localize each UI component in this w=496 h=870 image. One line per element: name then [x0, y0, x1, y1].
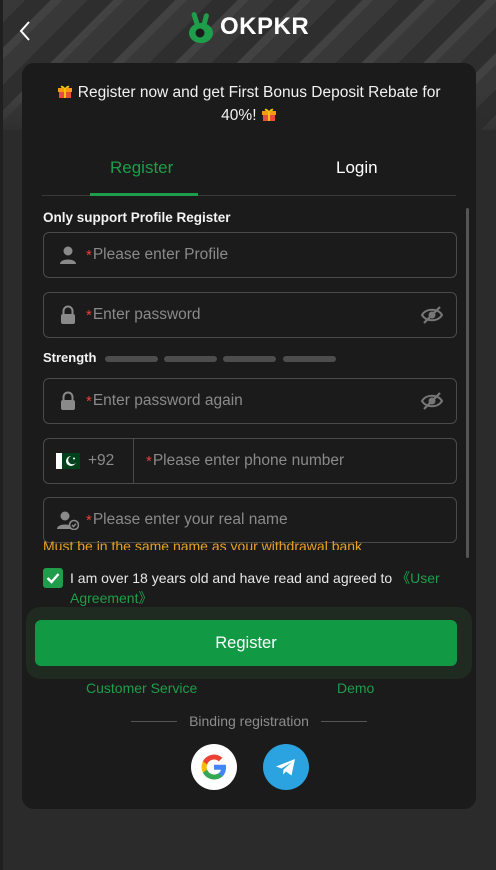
eye-off-icon[interactable]: [420, 391, 444, 416]
strength-bar: [164, 356, 217, 362]
binding-label: Binding registration: [189, 713, 309, 729]
binding-divider: Binding registration: [22, 713, 476, 729]
required-mark: *: [86, 246, 92, 264]
password-input[interactable]: * Enter password: [43, 292, 457, 338]
promo-banner: Register now and get First Bonus Deposit…: [42, 81, 456, 127]
password-placeholder: Enter password: [92, 306, 201, 323]
strength-bar: [283, 356, 336, 362]
google-login-button[interactable]: [191, 744, 237, 790]
required-mark: *: [146, 452, 152, 470]
user-icon: [50, 245, 86, 265]
tab-login[interactable]: Login: [336, 158, 378, 178]
required-mark: *: [86, 392, 92, 410]
brand-name: OKPKR: [220, 13, 310, 40]
google-icon: [201, 754, 226, 780]
password-again-input[interactable]: * Enter password again: [43, 378, 457, 424]
tab-register[interactable]: Register: [110, 158, 173, 178]
register-button[interactable]: Register: [35, 620, 457, 666]
gift-icon: [58, 85, 73, 98]
password-again-placeholder: Enter password again: [92, 392, 243, 409]
form-scrollbar[interactable]: [466, 208, 469, 558]
left-edge: [0, 0, 3, 870]
user-check-icon: [50, 510, 86, 530]
auth-tabs: Register Login: [42, 148, 456, 196]
active-tab-indicator: [90, 193, 198, 196]
logo-hand-icon: [189, 12, 213, 43]
profile-input[interactable]: * Please enter Profile: [43, 232, 457, 278]
divider-line: [131, 720, 178, 722]
customer-service-link[interactable]: Customer Service: [86, 680, 197, 696]
telegram-icon: [276, 759, 295, 776]
agreement-text: I am over 18 years old and have read and…: [70, 568, 457, 608]
agreement-checkbox[interactable]: [43, 568, 63, 588]
phone-input[interactable]: +92 * Please enter phone number: [43, 438, 457, 484]
check-icon: [46, 573, 60, 584]
eye-off-icon[interactable]: [420, 305, 444, 330]
gift-icon: [261, 108, 276, 121]
realname-placeholder: Please enter your real name: [92, 511, 288, 528]
country-code-select[interactable]: +92: [44, 439, 134, 483]
pakistan-flag-icon: [56, 453, 80, 469]
chevron-left-icon: [19, 21, 30, 41]
country-code: +92: [88, 452, 115, 469]
strength-bar: [223, 356, 276, 362]
support-label: Only support Profile Register: [43, 210, 231, 225]
register-form: Only support Profile Register * Please e…: [43, 210, 457, 550]
lock-icon: [50, 391, 86, 411]
lock-icon: [50, 305, 86, 325]
promo-text: Register now and get First Bonus Deposit…: [77, 84, 441, 124]
logo: OKPKR: [186, 10, 309, 44]
phone-placeholder: Please enter phone number: [152, 452, 345, 469]
required-mark: *: [86, 306, 92, 324]
strength-label: Strength: [43, 350, 97, 365]
profile-placeholder: Please enter Profile: [92, 246, 229, 263]
back-button[interactable]: [14, 18, 36, 44]
required-mark: *: [86, 511, 92, 529]
realname-input[interactable]: * Please enter your real name: [43, 497, 457, 543]
telegram-login-button[interactable]: [263, 744, 309, 790]
agreement-label: I am over 18 years old and have read and…: [70, 570, 397, 586]
demo-link[interactable]: Demo: [337, 680, 374, 696]
strength-bar: [105, 356, 158, 362]
divider-line: [320, 720, 367, 722]
register-card: Register now and get First Bonus Deposit…: [22, 63, 476, 809]
name-warning: Must be in the same name as your withdra…: [43, 538, 363, 550]
agreement-row: I am over 18 years old and have read and…: [43, 568, 457, 608]
